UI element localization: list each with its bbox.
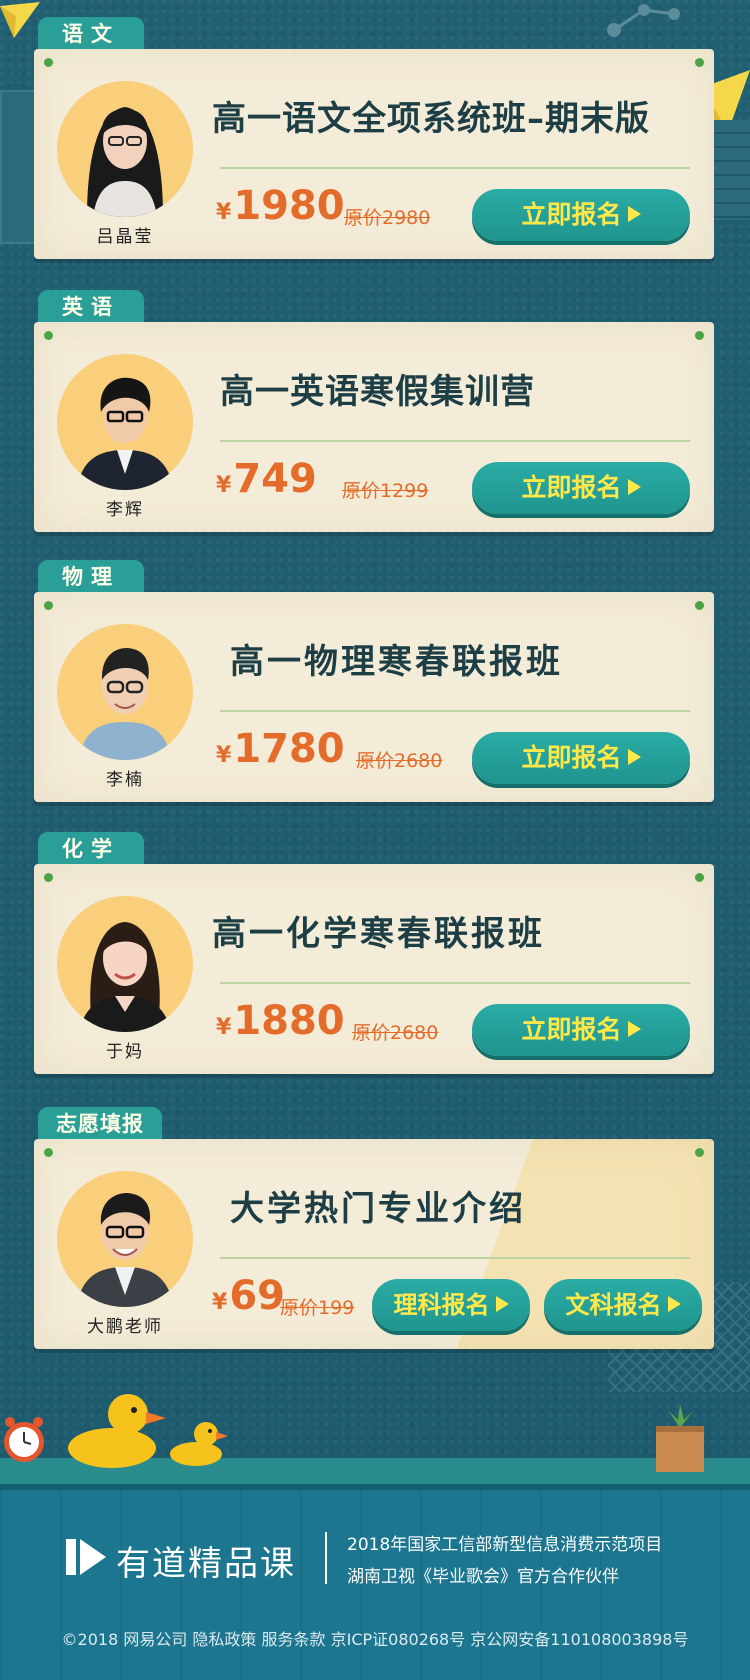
alarm-clock-icon [4,1417,44,1462]
course-card-body: 李楠 高一物理寒春联报班 ¥1780 原价2680 立即报名 [34,592,714,802]
course-card-body: 李辉 高一英语寒假集训营 ¥749 原价1299 立即报名 [34,322,714,532]
rubber-duck-icon [170,1422,228,1466]
currency-symbol: ¥ [216,1015,232,1040]
pin-icon [695,873,704,882]
play-arrow-icon [627,206,641,222]
footer-divider [325,1532,327,1584]
footer-line-1: 2018年国家工信部新型信息消费示范项目 [347,1535,663,1555]
play-arrow-icon [667,1296,681,1312]
course-card-body: 吕晶莹 高一语文全项系统班–期末版 ¥1980 原价2980 立即报名 [34,49,714,259]
pin-icon [695,58,704,67]
divider [220,982,690,984]
subject-tab: 志愿填报 [38,1107,162,1141]
science-enroll-button-label: 理科报名 [393,1291,490,1319]
liberal-arts-enroll-button[interactable]: 文科报名 [544,1279,702,1331]
play-arrow-icon [627,749,641,765]
avatar [57,896,193,1032]
brand-name: 有道精品课 [116,1544,296,1584]
pin-icon [44,331,53,340]
pin-icon [695,1148,704,1157]
course-card-body: 于妈 高一化学寒春联报班 ¥1880 原价2680 立即报名 [34,864,714,1074]
plant-icon [656,1404,704,1472]
rubber-duck-icon [68,1394,166,1468]
original-price: 原价2680 [356,750,443,772]
subject-tab: 英语 [38,290,144,324]
avatar [57,354,193,490]
teacher-name: 吕晶莹 [96,227,154,247]
original-price: 原价2980 [344,207,431,229]
currency-symbol: ¥ [216,473,232,498]
avatar [57,624,193,760]
teacher-name: 大鹏老师 [87,1317,163,1337]
enroll-button-label: 立即报名 [521,473,622,502]
original-price: 原价2680 [352,1022,439,1044]
play-arrow-icon [495,1296,509,1312]
play-arrow-icon [627,479,641,495]
course-price: ¥69 [212,1273,285,1319]
price-value: 749 [233,456,317,502]
bookshelf-decoration [714,120,750,220]
teacher-name: 李楠 [106,770,144,790]
price-value: 69 [229,1273,285,1319]
course-title: 高一物理寒春联报班 [230,642,563,682]
pin-icon [44,1148,53,1157]
divider [220,167,690,169]
enroll-button[interactable]: 立即报名 [472,1004,690,1056]
currency-symbol: ¥ [216,743,232,768]
molecule-icon [607,4,680,37]
course-title: 高一英语寒假集训营 [220,372,535,412]
enroll-button-label: 立即报名 [521,1015,622,1044]
pin-icon [695,331,704,340]
course-card-body: 大鹏老师 大学热门专业介绍 ¥69 原价199 理科报名 文科报名 [34,1139,714,1349]
liberal-arts-enroll-button-label: 文科报名 [565,1291,662,1319]
subject-tab: 物理 [38,560,144,594]
enroll-button[interactable]: 立即报名 [472,462,690,514]
divider [220,440,690,442]
subject-tab: 化学 [38,832,144,866]
avatar [57,1171,193,1307]
course-price: ¥1880 [216,998,345,1044]
course-price: ¥1980 [216,183,345,229]
enroll-button-label: 立即报名 [521,200,622,229]
enroll-button[interactable]: 立即报名 [472,189,690,241]
shelf-decoration [0,90,38,244]
pin-icon [44,601,53,610]
avatar [57,81,193,217]
price-value: 1880 [233,998,345,1044]
original-price: 原价199 [280,1297,355,1319]
copyright: ©2018 网易公司 隐私政策 服务条款 京ICP证080268号 京公网安备1… [61,1630,689,1649]
footer-border [0,1484,750,1490]
divider [220,1257,690,1259]
original-price: 原价1299 [342,480,429,502]
pin-icon [44,58,53,67]
teacher-name: 李辉 [106,500,144,520]
teacher-name: 于妈 [106,1042,144,1062]
currency-symbol: ¥ [216,200,232,225]
course-title: 大学热门专业介绍 [230,1189,526,1229]
course-title: 高一化学寒春联报班 [212,914,545,954]
pin-icon [695,601,704,610]
course-price: ¥749 [216,456,317,502]
science-enroll-button[interactable]: 理科报名 [372,1279,530,1331]
subject-tab: 语文 [38,17,144,51]
pin-icon [44,873,53,882]
currency-symbol: ¥ [212,1290,228,1315]
course-price: ¥1780 [216,726,345,772]
price-value: 1780 [233,726,345,772]
play-logo-icon [66,1539,106,1575]
play-arrow-icon [627,1021,641,1037]
divider [220,710,690,712]
enroll-button[interactable]: 立即报名 [472,732,690,784]
price-value: 1980 [233,183,345,229]
course-title: 高一语文全项系统班–期末版 [212,99,650,139]
footer-line-2: 湖南卫视《毕业歌会》官方合作伙伴 [347,1567,619,1587]
enroll-button-label: 立即报名 [521,743,622,772]
